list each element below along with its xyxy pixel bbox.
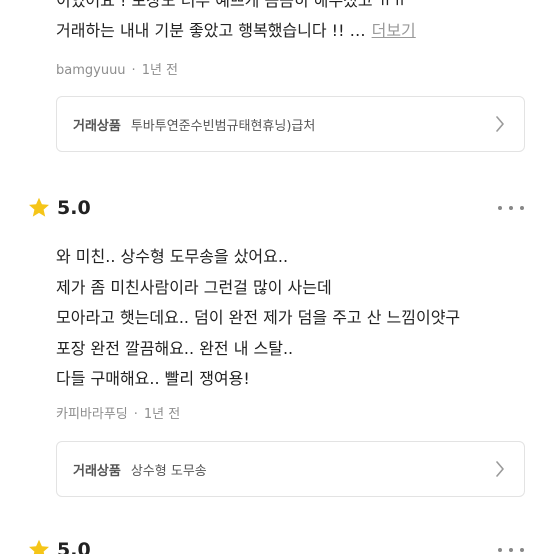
chevron-right-icon: [492, 116, 508, 132]
review-line: 다들 구매해요.. 빨리 쟁여용!: [56, 369, 250, 388]
more-link[interactable]: 더보기: [372, 21, 416, 40]
product-name: 상수형 도무송: [130, 463, 207, 479]
separator: ·: [133, 407, 138, 422]
review-body: 이었어요 ! 포장도 너무 예쁘게 꼼꼼히 해주셨고 ㅠㅠ 거래하는 내내 기분…: [56, 0, 536, 46]
review-time: 1년 전: [143, 407, 181, 422]
product-label: 거래상품: [73, 118, 121, 134]
review-line: 이었어요 ! 포장도 너무 예쁘게 꼼꼼히 해주셨고 ㅠㅠ: [56, 0, 408, 10]
product-label: 거래상품: [73, 463, 121, 479]
review-body: 와 미친.. 상수형 도무송을 샀어요.. 제가 좀 미친사람이라 그런걸 많이…: [56, 242, 536, 395]
review-line-text: 거래하는 내내 기분 좋았고 행복했습니다 !! …: [56, 21, 366, 40]
rating-score: 5.0: [57, 539, 91, 554]
review-line: 와 미친.. 상수형 도무송을 샀어요..: [56, 247, 289, 266]
star-icon: [29, 539, 49, 554]
rating: 5.0: [27, 538, 91, 554]
rating-score: 5.0: [57, 197, 91, 219]
review-line: 포장 완전 깔끔해요.. 완전 내 스탈..: [56, 338, 294, 358]
review-meta: bamgyuuu · 1년 전: [56, 59, 178, 78]
product-name: 투바투연준수빈범규태현휴닝)급처: [130, 118, 316, 134]
author-name: 카피바라푸딩: [56, 407, 128, 422]
review-time: 1년 전: [141, 63, 179, 78]
product-link[interactable]: 거래상품 상수형 도무송: [56, 441, 525, 497]
separator: ·: [131, 63, 136, 78]
more-horizontal-icon[interactable]: [498, 543, 524, 554]
review-line: 거래하는 내내 기분 좋았고 행복했습니다 !! … 더보기: [56, 16, 536, 46]
chevron-right-icon: [492, 461, 508, 477]
product-link[interactable]: 거래상품 투바투연준수빈범규태현휴닝)급처: [56, 96, 525, 152]
rating: 5.0: [27, 196, 91, 220]
review-list: 이었어요 ! 포장도 너무 예쁘게 꼼꼼히 해주셨고 ㅠㅠ 거래하는 내내 기분…: [0, 0, 554, 554]
more-horizontal-icon[interactable]: [498, 201, 524, 215]
review-line: 제가 좀 미친사람이라 그런걸 많이 사는데: [56, 277, 332, 297]
review-meta: 카피바라푸딩 · 1년 전: [56, 403, 180, 422]
review-line: 모아라고 햇는데요.. 덤이 완전 제가 덤을 주고 산 느낌이얏구: [56, 308, 461, 327]
star-icon: [29, 197, 49, 217]
author-name: bamgyuuu: [56, 63, 126, 78]
